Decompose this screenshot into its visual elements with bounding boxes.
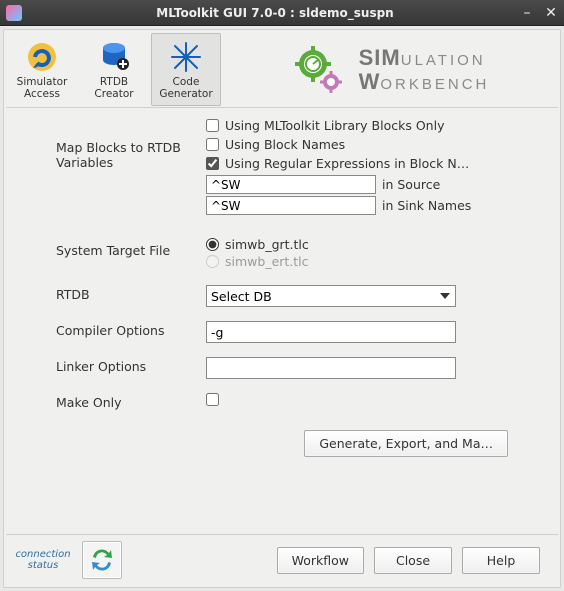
regex-sink-input[interactable] bbox=[206, 196, 376, 215]
connection-status-label: connection status bbox=[14, 549, 72, 571]
gears-icon bbox=[291, 46, 351, 94]
regex-checkbox[interactable] bbox=[206, 157, 219, 170]
simulator-icon bbox=[25, 40, 59, 74]
lib-only-row[interactable]: Using MLToolkit Library Blocks Only bbox=[206, 118, 528, 133]
linker-options-label: Linker Options bbox=[56, 357, 206, 374]
bottom-bar: connection status Workflow Close Help bbox=[6, 534, 558, 585]
block-names-label: Using Block Names bbox=[225, 137, 345, 152]
regex-source-input[interactable] bbox=[206, 175, 376, 194]
make-only-checkbox[interactable] bbox=[206, 393, 219, 406]
rtdb-creator-tab[interactable]: RTDB Creator bbox=[79, 33, 149, 106]
tool-label: Code bbox=[173, 77, 200, 89]
regex-source-suffix: in Source bbox=[382, 177, 440, 192]
lib-only-label: Using MLToolkit Library Blocks Only bbox=[225, 118, 444, 133]
make-only-label: Make Only bbox=[56, 393, 206, 410]
window-titlebar: MLToolkit GUI 7.0-0 : sldemo_suspn – ✕ bbox=[0, 0, 564, 26]
block-names-row[interactable]: Using Block Names bbox=[206, 137, 528, 152]
rtdb-select[interactable]: Select DB bbox=[206, 285, 456, 307]
app-icon bbox=[6, 5, 22, 21]
block-names-checkbox[interactable] bbox=[206, 138, 219, 151]
workflow-button[interactable]: Workflow bbox=[277, 547, 364, 574]
compiler-options-input[interactable] bbox=[206, 321, 456, 343]
grt-radio-row[interactable]: simwb_grt.tlc bbox=[206, 237, 528, 252]
tool-label: Simulator bbox=[17, 77, 68, 89]
brand-text: SIMULATION WORKBENCH bbox=[359, 46, 490, 92]
snowflake-icon bbox=[169, 40, 203, 74]
close-button[interactable]: Close bbox=[374, 547, 452, 574]
help-button[interactable]: Help bbox=[462, 547, 540, 574]
ert-radio-row: simwb_ert.tlc bbox=[206, 254, 528, 269]
window-title: MLToolkit GUI 7.0-0 : sldemo_suspn bbox=[30, 6, 520, 20]
ert-radio bbox=[206, 255, 219, 268]
lib-only-checkbox[interactable] bbox=[206, 119, 219, 132]
map-blocks-label: Map Blocks to RTDB Variables bbox=[56, 118, 206, 170]
tool-label: Creator bbox=[94, 89, 133, 101]
regex-row[interactable]: Using Regular Expressions in Block N… bbox=[206, 156, 528, 171]
brand-logo: SIMULATION WORKBENCH bbox=[222, 32, 558, 107]
compiler-options-label: Compiler Options bbox=[56, 321, 206, 338]
code-generator-tab[interactable]: Code Generator bbox=[151, 33, 221, 106]
rtdb-label: RTDB bbox=[56, 285, 206, 302]
grt-radio[interactable] bbox=[206, 238, 219, 251]
regex-sink-suffix: in Sink Names bbox=[382, 198, 471, 213]
connection-status-button[interactable] bbox=[82, 541, 122, 579]
simulator-access-tab[interactable]: Simulator Access bbox=[7, 33, 77, 106]
tool-label: RTDB bbox=[100, 77, 128, 89]
target-file-label: System Target File bbox=[56, 237, 206, 258]
refresh-icon bbox=[87, 545, 117, 575]
linker-options-input[interactable] bbox=[206, 357, 456, 379]
database-icon bbox=[97, 40, 131, 74]
regex-label: Using Regular Expressions in Block N… bbox=[225, 156, 469, 171]
minimize-button[interactable]: – bbox=[520, 5, 534, 21]
main-toolbar: Simulator Access RTDB Creator bbox=[6, 32, 558, 108]
ert-radio-label: simwb_ert.tlc bbox=[225, 254, 309, 269]
tool-label: Access bbox=[24, 89, 60, 101]
grt-radio-label: simwb_grt.tlc bbox=[225, 237, 309, 252]
close-window-button[interactable]: ✕ bbox=[544, 5, 558, 21]
form-content: Map Blocks to RTDB Variables Using MLToo… bbox=[6, 108, 558, 534]
tool-label: Generator bbox=[159, 89, 212, 101]
generate-export-button[interactable]: Generate, Export, and Ma… bbox=[304, 430, 508, 457]
